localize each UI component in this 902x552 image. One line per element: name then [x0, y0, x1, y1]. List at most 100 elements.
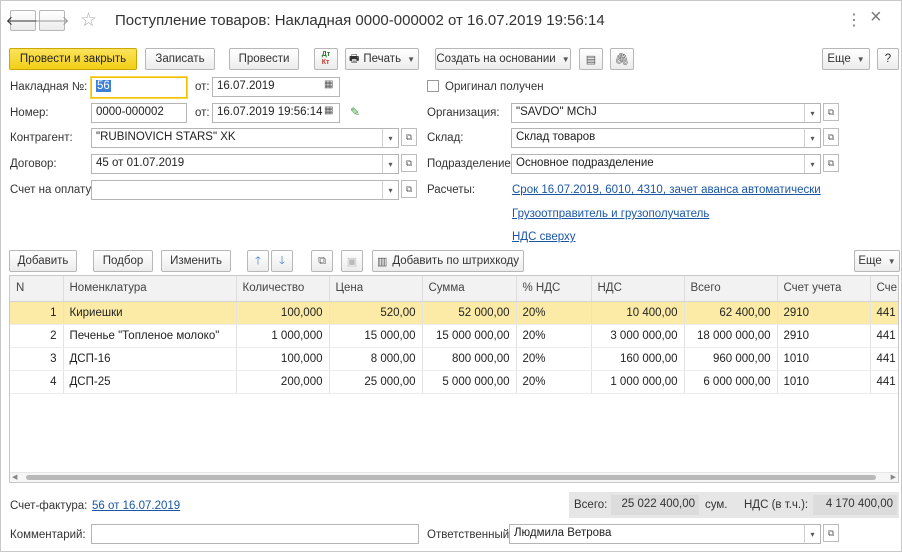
back-button[interactable]: 🡐: [6, 10, 40, 31]
dt-kt-button[interactable]: Дт Кт: [314, 48, 338, 70]
settlements-link[interactable]: Срок 16.07.2019, 6010, 4310, зачет аванс…: [512, 184, 821, 196]
table-cell[interactable]: 441: [870, 370, 898, 394]
table-cell[interactable]: 2: [10, 324, 64, 348]
number-field[interactable]: 0000-000002: [91, 103, 187, 123]
chevron-down-icon[interactable]: ▾: [804, 104, 820, 122]
table-row[interactable]: 1 Кириешки 100,000 520,00 52 000,00 20% …: [10, 301, 898, 325]
scroll-right-icon[interactable]: ▶: [891, 473, 896, 481]
contract-field[interactable]: 45 от 01.07.2019 ▾: [91, 154, 399, 174]
table-cell[interactable]: 1010: [777, 347, 871, 371]
table-cell[interactable]: 52 000,00: [422, 301, 517, 325]
paste-button[interactable]: ▣: [341, 250, 363, 272]
change-button[interactable]: Изменить: [161, 250, 231, 272]
table-cell[interactable]: 800 000,00: [422, 347, 517, 371]
open-division-icon[interactable]: ⧉: [823, 154, 839, 172]
table-cell[interactable]: 20%: [516, 324, 592, 348]
table-cell[interactable]: 8 000,00: [329, 347, 423, 371]
invoice-number-field[interactable]: 56: [91, 77, 187, 98]
add-by-barcode-button[interactable]: ▥ Добавить по штрихкоду: [372, 250, 524, 272]
warehouse-field[interactable]: Склад товаров ▾: [511, 128, 821, 148]
column-header[interactable]: % НДС: [516, 276, 592, 302]
organization-field[interactable]: "SAVDO" MChJ ▾: [511, 103, 821, 123]
table-cell[interactable]: Кириешки: [63, 301, 237, 325]
table-cell[interactable]: 25 000,00: [329, 370, 423, 394]
table-cell[interactable]: 441: [870, 347, 898, 371]
table-cell[interactable]: 3: [10, 347, 64, 371]
table-cell[interactable]: 20%: [516, 301, 592, 325]
invoice-date-field[interactable]: 16.07.2019 ▦: [212, 77, 340, 97]
table-cell[interactable]: 62 400,00: [684, 301, 778, 325]
table-cell[interactable]: 520,00: [329, 301, 423, 325]
table-cell[interactable]: 960 000,00: [684, 347, 778, 371]
more-button[interactable]: Еще ▼: [822, 48, 870, 70]
table-cell[interactable]: 15 000 000,00: [422, 324, 517, 348]
chevron-down-icon[interactable]: ▾: [804, 525, 820, 543]
calendar-icon[interactable]: ▦: [324, 105, 336, 119]
scrollbar-thumb[interactable]: [26, 475, 876, 480]
table-row[interactable]: 4 ДСП-25 200,000 25 000,00 5 000 000,00 …: [10, 370, 898, 394]
table-cell[interactable]: 100,000: [236, 347, 330, 371]
scroll-left-icon[interactable]: ◀: [12, 473, 17, 481]
forward-button[interactable]: 🡒: [35, 10, 69, 31]
table-cell[interactable]: 5 000 000,00: [422, 370, 517, 394]
report-button[interactable]: ▤: [579, 48, 603, 70]
contractor-field[interactable]: "RUBINOVICH STARS" XK ▾: [91, 128, 399, 148]
close-icon[interactable]: ×: [870, 6, 882, 29]
number-date-field[interactable]: 16.07.2019 19:56:14 ▦: [212, 103, 340, 123]
table-cell[interactable]: 1 000,000: [236, 324, 330, 348]
chevron-down-icon[interactable]: ▾: [382, 155, 398, 173]
column-header[interactable]: Всего: [684, 276, 778, 302]
table-cell[interactable]: 1 000 000,00: [591, 370, 685, 394]
shipper-consignee-link[interactable]: Грузоотправитель и грузополучатель: [512, 208, 709, 220]
help-button[interactable]: ?: [877, 48, 899, 70]
chevron-down-icon[interactable]: ▾: [382, 129, 398, 147]
create-based-on-button[interactable]: Создать на основании ▼: [435, 48, 571, 70]
table-cell[interactable]: 100,000: [236, 301, 330, 325]
table-cell[interactable]: 1010: [777, 370, 871, 394]
table-more-button[interactable]: Еще ▼: [854, 250, 900, 272]
table-cell[interactable]: 20%: [516, 370, 592, 394]
table-cell[interactable]: 2910: [777, 324, 871, 348]
save-button[interactable]: Записать: [145, 48, 215, 70]
original-received-checkbox[interactable]: [427, 80, 439, 92]
table-cell[interactable]: 3 000 000,00: [591, 324, 685, 348]
open-contract-icon[interactable]: ⧉: [401, 154, 417, 172]
table-cell[interactable]: 2910: [777, 301, 871, 325]
move-down-button[interactable]: 🡓: [271, 250, 293, 272]
column-header[interactable]: Сумма: [422, 276, 517, 302]
table-cell[interactable]: 160 000,00: [591, 347, 685, 371]
table-cell[interactable]: 6 000 000,00: [684, 370, 778, 394]
horizontal-scrollbar[interactable]: ◀ ▶: [10, 472, 898, 482]
more-menu-icon[interactable]: ⋮: [846, 10, 862, 30]
table-cell[interactable]: 15 000,00: [329, 324, 423, 348]
table-cell[interactable]: 200,000: [236, 370, 330, 394]
column-header[interactable]: Номенклатура: [63, 276, 237, 302]
open-warehouse-icon[interactable]: ⧉: [823, 128, 839, 146]
move-up-button[interactable]: 🡑: [247, 250, 269, 272]
column-header[interactable]: Сче: [870, 276, 898, 302]
table-cell[interactable]: 441: [870, 301, 898, 325]
vat-on-top-link[interactable]: НДС сверху: [512, 231, 576, 243]
table-cell[interactable]: 441: [870, 324, 898, 348]
table-cell[interactable]: 20%: [516, 347, 592, 371]
open-responsible-icon[interactable]: ⧉: [823, 524, 839, 542]
column-header[interactable]: Количество: [236, 276, 330, 302]
table-cell[interactable]: ДСП-16: [63, 347, 237, 371]
table-cell[interactable]: 10 400,00: [591, 301, 685, 325]
post-button[interactable]: Провести: [229, 48, 299, 70]
comment-field[interactable]: [91, 524, 419, 544]
attach-button[interactable]: 🖇: [610, 48, 634, 70]
column-header[interactable]: Цена: [329, 276, 423, 302]
post-and-close-button[interactable]: Провести и закрыть: [9, 48, 137, 70]
chevron-down-icon[interactable]: ▾: [804, 129, 820, 147]
open-payment-invoice-icon[interactable]: ⧉: [401, 180, 417, 198]
table-row[interactable]: 3 ДСП-16 100,000 8 000,00 800 000,00 20%…: [10, 347, 898, 371]
tax-invoice-link[interactable]: 56 от 16.07.2019: [92, 500, 180, 512]
table-cell[interactable]: 1: [10, 301, 64, 325]
table-cell[interactable]: Печенье "Топленое молоко": [63, 324, 237, 348]
table-row[interactable]: 2 Печенье "Топленое молоко" 1 000,000 15…: [10, 324, 898, 348]
select-button[interactable]: Подбор: [93, 250, 153, 272]
star-icon[interactable]: ☆: [80, 9, 97, 32]
add-row-button[interactable]: Добавить: [9, 250, 77, 272]
column-header[interactable]: Счет учета: [777, 276, 871, 302]
